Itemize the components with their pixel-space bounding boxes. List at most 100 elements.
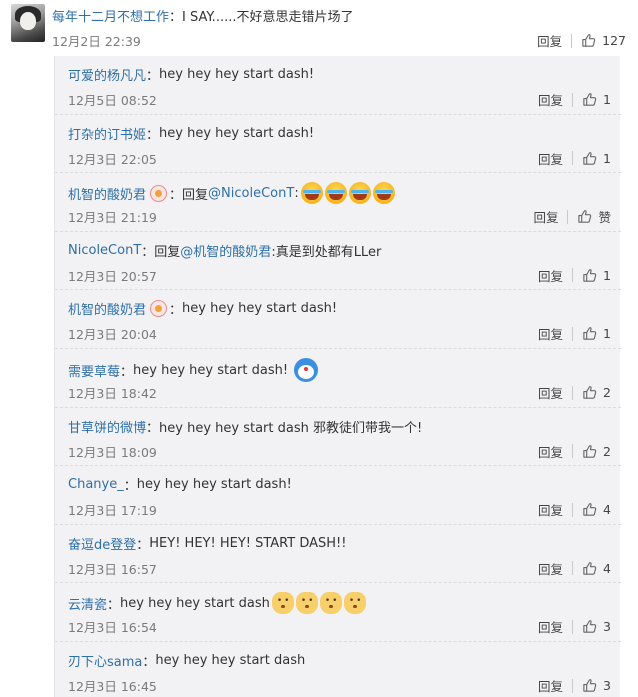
reply-button[interactable]: 回复 xyxy=(533,207,558,226)
reply-button[interactable]: 回复 xyxy=(538,383,563,402)
comment-line: 每年十二月不想工作：I SAY......不好意思走错片场了 xyxy=(52,6,353,25)
reply-time: 12月3日 20:04 xyxy=(68,327,157,343)
reply-text: hey hey hey start dash xyxy=(155,653,306,668)
like-count: 2 xyxy=(603,443,611,459)
thumbs-up-icon[interactable] xyxy=(582,619,597,634)
reply-actions: 回复 1 xyxy=(538,149,611,168)
vip-badge-icon xyxy=(150,184,168,202)
reply-item: 云清瓷：hey hey hey start dash 12月3日 16:54 回… xyxy=(55,583,621,642)
reply-button[interactable]: 回复 xyxy=(538,617,563,636)
comment-author-link[interactable]: 每年十二月不想工作 xyxy=(52,10,169,25)
reply-author-link[interactable]: 打杂的订书姬 xyxy=(68,124,146,143)
separator: ： xyxy=(142,655,156,670)
reply-time: 12月3日 16:57 xyxy=(68,561,157,577)
reply-line: 机智的酸奶君 ： hey hey hey start dash! xyxy=(68,299,337,318)
reply-text: 回复 xyxy=(182,187,209,203)
reply-line: 甘草饼的微博： hey hey hey start dash 邪教徒们带我一个! xyxy=(68,417,422,436)
reply-author-link[interactable]: 云清瓷 xyxy=(68,594,107,613)
reply-panel: 可爱的杨凡凡： hey hey hey start dash! 12月5日 08:… xyxy=(54,56,621,697)
reply-line: 刃下心sama： hey hey hey start dash xyxy=(68,651,305,670)
reply-button[interactable]: 回复 xyxy=(538,442,563,461)
thumbs-up-icon[interactable] xyxy=(582,444,597,459)
reply-item: 可爱的杨凡凡： hey hey hey start dash! 12月5日 08:… xyxy=(55,56,621,115)
reply-button[interactable]: 回复 xyxy=(538,676,563,695)
comment-text: I SAY......不好意思走错片场了 xyxy=(182,10,354,25)
reply-line: 云清瓷： hey hey hey start dash xyxy=(68,592,366,615)
divider xyxy=(572,151,574,166)
divider xyxy=(572,502,574,517)
thumbs-up-icon[interactable] xyxy=(577,209,592,224)
reply-actions: 回复 2 xyxy=(538,442,611,461)
reply-button[interactable]: 回复 xyxy=(538,559,563,578)
divider xyxy=(572,268,574,283)
separator: ： xyxy=(136,537,150,553)
like-count: 赞 xyxy=(598,210,611,226)
reply-button[interactable]: 回复 xyxy=(537,31,562,50)
separator: ： xyxy=(120,364,134,380)
mention-link[interactable]: @NicoleConT xyxy=(208,186,294,201)
comment-time: 12月2日 22:39 xyxy=(52,34,141,49)
reply-author-link[interactable]: 机智的酸奶君 xyxy=(68,184,146,203)
reply-actions: 回复 2 xyxy=(538,383,611,402)
laughing-tears-emoji xyxy=(372,182,395,205)
thumbs-up-icon[interactable] xyxy=(582,151,597,166)
reply-button[interactable]: 回复 xyxy=(538,90,563,109)
reply-button[interactable]: 回复 xyxy=(538,500,563,519)
reply-author-link[interactable]: 甘草饼的微博 xyxy=(68,417,146,436)
doge-emoji xyxy=(319,592,342,615)
like-count: 127 xyxy=(602,33,626,48)
vip-badge-icon xyxy=(150,300,168,318)
reply-time: 12月3日 16:54 xyxy=(68,620,157,636)
reply-line: NicoleConT：回复 @机智的酸奶君:真是到处都有LLer xyxy=(68,241,381,260)
top-comment: 每年十二月不想工作：I SAY......不好意思走错片场了 12月2日 22:… xyxy=(0,0,638,56)
thumbs-up-icon[interactable] xyxy=(582,385,597,400)
thumbs-up-icon[interactable] xyxy=(582,678,597,693)
reply-author-link[interactable]: 可爱的杨凡凡 xyxy=(68,65,146,84)
like-count: 1 xyxy=(603,267,611,283)
reply-item: 需要草莓： hey hey hey start dash! 12月3日 18:42… xyxy=(55,349,621,408)
reply-author-link[interactable]: 需要草莓 xyxy=(68,361,120,380)
thumbs-up-icon[interactable] xyxy=(582,326,597,341)
reply-item: 打杂的订书姬： hey hey hey start dash! 12月3日 22:… xyxy=(55,115,621,174)
thumbs-up-icon[interactable] xyxy=(582,268,597,283)
thumbs-up-icon[interactable] xyxy=(582,92,597,107)
reply-author-link[interactable]: 刃下心sama xyxy=(68,651,142,670)
like-count: 1 xyxy=(603,92,611,107)
like-count: 3 xyxy=(603,678,611,693)
reply-actions: 回复 1 xyxy=(538,324,611,343)
thumbs-up-icon[interactable] xyxy=(582,561,597,576)
reply-line: 机智的酸奶君 ：回复 @NicoleConT: xyxy=(68,182,395,205)
avatar[interactable] xyxy=(11,4,45,42)
reply-text-after: :真是到处都有LLer xyxy=(271,244,382,260)
reply-time: 12月3日 17:19 xyxy=(68,503,157,519)
divider xyxy=(567,209,569,224)
reply-button[interactable]: 回复 xyxy=(538,324,563,343)
thumbs-up-icon[interactable] xyxy=(582,502,597,517)
divider xyxy=(571,33,573,48)
reply-author-link[interactable]: 奋逗de登登 xyxy=(68,534,136,553)
thumbs-up-icon[interactable] xyxy=(581,33,596,48)
reply-time: 12月3日 18:42 xyxy=(68,386,157,401)
separator: ： xyxy=(107,597,121,613)
doge-emoji xyxy=(295,592,318,615)
reply-item: Chanye_： hey hey hey start dash! 12月3日 17… xyxy=(55,466,621,525)
reply-author-link[interactable]: 机智的酸奶君 xyxy=(68,299,146,318)
like-count: 2 xyxy=(603,385,611,400)
reply-text: hey hey hey start dash! xyxy=(159,125,315,141)
reply-item: 机智的酸奶君 ： hey hey hey start dash! 12月3日 20:… xyxy=(55,290,621,349)
like-count: 1 xyxy=(603,150,611,166)
reply-author-link[interactable]: Chanye_ xyxy=(68,477,124,492)
reply-line: 奋逗de登登： HEY! HEY! HEY! START DASH!! xyxy=(68,534,346,553)
like-count: 3 xyxy=(603,619,611,635)
reply-item: 刃下心sama： hey hey hey start dash 12月3日 16:… xyxy=(55,642,621,697)
reply-button[interactable]: 回复 xyxy=(538,266,563,285)
separator: ： xyxy=(169,10,183,25)
divider xyxy=(572,444,574,459)
reply-line: 可爱的杨凡凡： hey hey hey start dash! xyxy=(68,65,314,84)
mention-link[interactable]: @机智的酸奶君 xyxy=(180,241,271,260)
reply-button[interactable]: 回复 xyxy=(538,149,563,168)
separator: ： xyxy=(169,303,183,319)
reply-author-link[interactable]: NicoleConT xyxy=(68,243,141,258)
separator: ： xyxy=(146,420,160,436)
laughing-tears-emoji xyxy=(300,182,323,205)
